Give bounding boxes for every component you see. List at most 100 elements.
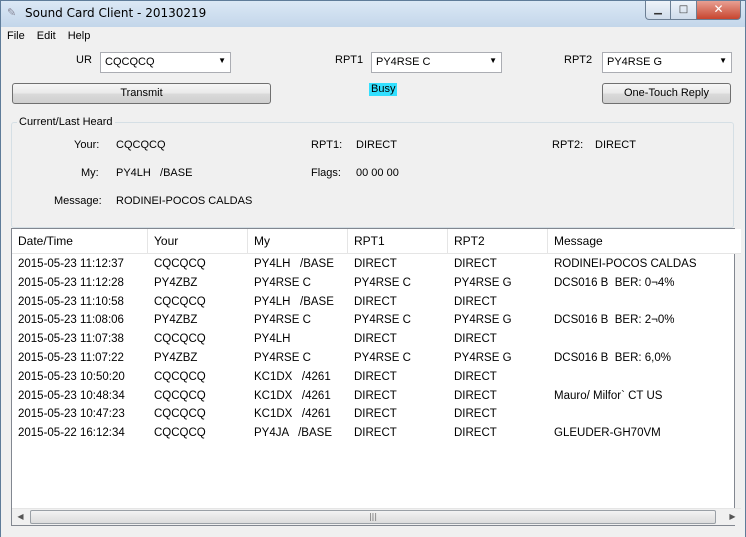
table-cell: CQCQCQ [154,427,206,440]
column-header-message[interactable]: Message [548,229,734,254]
column-header-rpt1[interactable]: RPT1 [348,229,448,254]
rpt2-heard-value: DIRECT [595,139,636,151]
title-bar[interactable]: ✎ Sound Card Client - 20130219 ▁ □ ✕ [1,1,745,27]
table-cell: 2015-05-23 11:12:28 [18,276,124,289]
table-cell: 2015-05-23 10:50:20 [18,370,125,383]
scroll-right-icon[interactable]: ▶ [724,509,741,525]
table-row[interactable]: 2015-05-23 11:07:22 PY4ZBZ PY4RSE C PY4RSE … [12,349,741,368]
column-header-datetime[interactable]: Date/Time [12,229,148,254]
table-cell: PY4ZBZ [154,352,198,364]
table-cell: DCS016 B BER: 6,0% [554,352,671,364]
table-cell: PY4LH [254,333,291,346]
column-header-my[interactable]: My [248,229,348,254]
your-label: Your: [74,139,100,151]
minimize-button[interactable]: ▁ [645,1,671,20]
table-row[interactable]: 2015-05-23 11:12:28 PY4ZBZ PY4RSE C PY4RSE … [12,274,741,293]
table-cell: DIRECT [354,333,397,346]
flags-value: 00 00 00 [356,167,399,179]
table-cell: PY4RSE G [454,314,512,327]
chevron-down-icon: ▼ [218,56,226,65]
table-row[interactable]: 2015-05-23 11:10:58 CQCQCQ PY4LH /BASE DIRE… [12,293,741,312]
window-title: Sound Card Client - 20130219 [25,6,207,20]
rpt2-heard-label: RPT2: [552,139,584,151]
table-cell: PY4JA /BASE [254,427,332,440]
feather-icon: ✎ [7,6,17,19]
table-cell: PY4LH /BASE [254,258,334,270]
table-cell: Mauro/ Milfor` CT US [554,389,663,402]
table-cell: PY4RSE C [254,352,311,364]
current-heard-title: Current/Last Heard [17,116,115,128]
table-cell: 2015-05-23 11:07:38 [18,333,124,346]
table-cell: KC1DX /4261 [254,408,331,421]
one-touch-reply-button[interactable]: One-Touch Reply [602,83,731,104]
table-cell: PY4RSE G [454,352,512,364]
table-cell: PY4RSE C [254,276,311,289]
table-cell: CQCQCQ [154,333,206,346]
column-header-your[interactable]: Your [148,229,248,254]
table-cell: DIRECT [354,427,397,440]
table-row[interactable]: 2015-05-23 11:12:37 CQCQCQ PY4LH /BASE DIRE… [12,255,741,274]
column-header-rpt2[interactable]: RPT2 [448,229,548,254]
table-cell: CQCQCQ [154,258,206,270]
rpt1-label: RPT1 [335,54,364,66]
scrollbar-thumb[interactable]: ||| [30,510,716,524]
table-cell: DCS016 B BER: 0¬4% [554,276,675,289]
table-cell: PY4RSE C [354,276,411,289]
table-cell: DCS016 B BER: 2¬0% [554,314,675,327]
table-cell: DIRECT [454,389,497,402]
table-cell: 2015-05-23 11:08:06 [18,314,124,327]
table-cell: PY4RSE C [354,314,411,327]
table-cell [548,330,734,349]
table-cell: GLEUDER-GH70VM [554,427,661,440]
grip-icon: ||| [368,512,378,521]
list-header: Date/Time Your My RPT1 RPT2 Message [12,229,741,254]
message-value: RODINEI-POCOS CALDAS [116,195,253,207]
menu-edit[interactable]: Edit [31,27,62,46]
table-cell: 2015-05-23 10:48:34 [18,389,125,402]
table-row[interactable]: 2015-05-23 11:07:38 CQCQCQ PY4LH DIRECT DIRE… [12,330,741,349]
rpt1-heard-label: RPT1: [311,139,343,151]
table-cell: 2015-05-22 16:12:34 [18,427,125,440]
table-cell: CQCQCQ [154,295,206,308]
horizontal-scrollbar[interactable]: ◀ ||| ▶ [12,508,741,525]
table-row[interactable]: 2015-05-23 10:50:20 CQCQCQ KC1DX /4261 DIRE… [12,368,741,387]
table-cell: PY4LH /BASE [254,295,334,308]
table-cell: 2015-05-23 10:47:23 [18,408,125,421]
table-cell: 2015-05-23 11:12:37 [18,258,124,270]
maximize-button[interactable]: □ [671,1,697,20]
table-cell: DIRECT [454,427,497,440]
table-cell: DIRECT [354,295,397,308]
table-row[interactable]: 2015-05-23 10:47:23 CQCQCQ KC1DX /4261 DIRE… [12,405,741,424]
table-cell: DIRECT [354,258,397,270]
chevron-down-icon: ▼ [719,56,727,65]
table-cell [548,405,734,424]
rpt1-combo[interactable]: PY4RSE C ▼ [371,52,502,73]
menu-file[interactable]: File [1,27,31,46]
my-label: My: [81,167,99,179]
close-button[interactable]: ✕ [697,1,741,20]
scroll-left-icon[interactable]: ◀ [12,509,29,525]
table-row[interactable]: 2015-05-23 11:08:06 PY4ZBZ PY4RSE C PY4RSE … [12,311,741,330]
rpt1-combo-value: PY4RSE C [376,56,431,68]
chevron-down-icon: ▼ [489,56,497,65]
table-cell [548,368,734,387]
table-row[interactable]: 2015-05-22 16:12:34 CQCQCQ PY4JA /BASE DIRE… [12,424,741,443]
table-cell: PY4ZBZ [154,314,198,327]
table-cell: DIRECT [454,295,497,308]
table-cell: 2015-05-23 11:07:22 [18,352,124,364]
table-cell: CQCQCQ [154,408,206,421]
table-cell: DIRECT [454,370,497,383]
your-value: CQCQCQ [116,139,166,151]
menu-help[interactable]: Help [62,27,97,46]
rpt2-combo[interactable]: PY4RSE G ▼ [602,52,732,73]
table-cell: 2015-05-23 11:10:58 [18,295,124,308]
table-cell: PY4ZBZ [154,276,198,289]
table-cell: KC1DX /4261 [254,389,331,402]
ur-label: UR [76,54,92,66]
table-cell: DIRECT [354,408,397,421]
table-cell: PY4RSE C [254,314,311,327]
heard-list[interactable]: Date/Time Your My RPT1 RPT2 Message 2015… [11,228,741,526]
table-row[interactable]: 2015-05-23 10:48:34 CQCQCQ KC1DX /4261 DIRE… [12,387,741,406]
transmit-button[interactable]: Transmit [12,83,271,104]
ur-combo[interactable]: CQCQCQ ▼ [100,52,231,73]
